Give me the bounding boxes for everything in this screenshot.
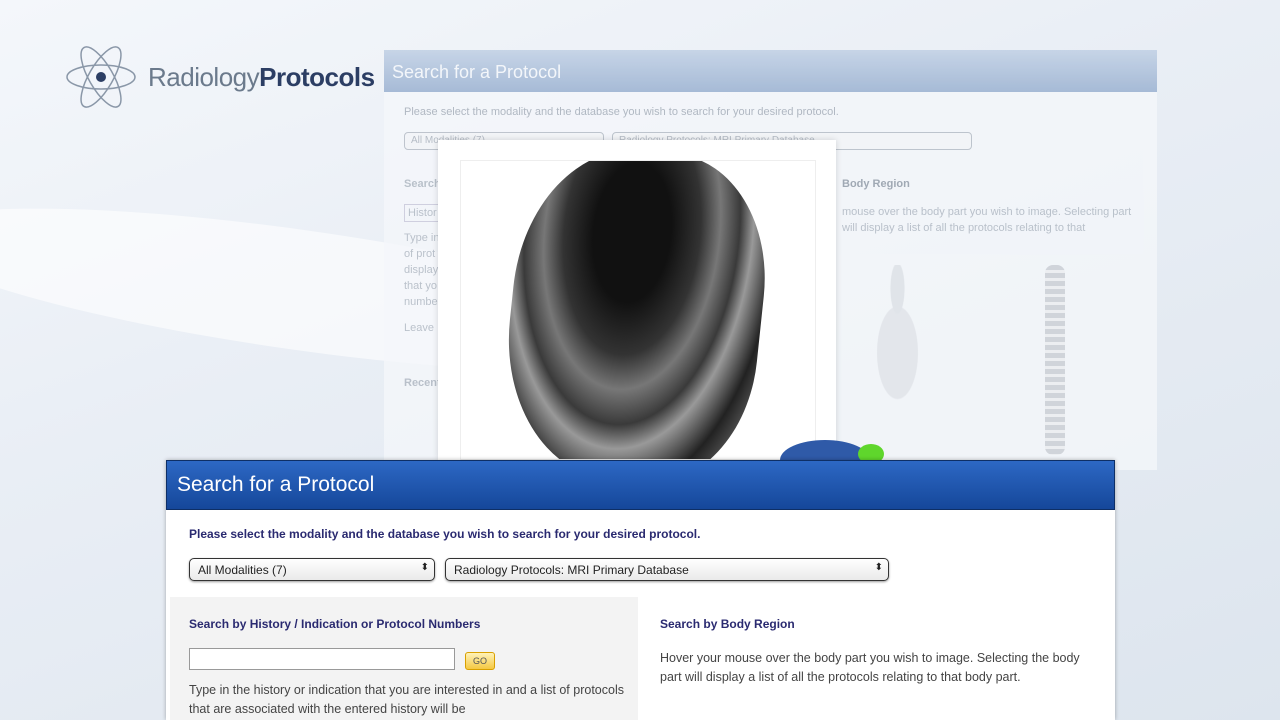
select-arrows-icon: ⬍ xyxy=(420,562,429,573)
background-page-title: Search for a Protocol xyxy=(384,50,1157,92)
search-protocol-panel: Search for a Protocol Please select the … xyxy=(166,460,1115,720)
background-leave: Leave xyxy=(404,322,434,334)
history-search-input[interactable] xyxy=(189,648,455,670)
go-button[interactable]: GO xyxy=(465,652,495,670)
body-region-description: Hover your mouse over the body part you … xyxy=(660,651,1080,684)
background-body-region-desc: mouse over the body part you wish to ima… xyxy=(842,206,1132,234)
body-region-heading: Search by Body Region xyxy=(660,617,795,631)
select-arrows-icon: ⬍ xyxy=(874,562,883,573)
history-description: Type in the history or indication that y… xyxy=(189,683,624,716)
background-recent: Recent xyxy=(404,377,441,389)
background-body-region-label: Body Region xyxy=(842,178,910,190)
background-intro: Please select the modality and the datab… xyxy=(404,106,839,118)
human-body-figure xyxy=(850,265,945,460)
mri-heart-image xyxy=(460,160,816,460)
history-heading: Search by History / Indication or Protoc… xyxy=(189,617,481,631)
atom-icon xyxy=(66,46,136,108)
modality-select[interactable]: All Modalities (7) ⬍ xyxy=(189,558,435,581)
panel-intro: Please select the modality and the datab… xyxy=(189,527,701,541)
body-region-section: Search by Body Region Hover your mouse o… xyxy=(640,597,1112,720)
logo: RadiologyProtocols xyxy=(64,44,375,110)
logo-text: RadiologyProtocols xyxy=(148,61,375,92)
background-search-label: Search xyxy=(404,178,441,190)
mri-image-popup xyxy=(438,140,836,460)
history-search-section: Search by History / Indication or Protoc… xyxy=(170,597,638,720)
panel-title: Search for a Protocol xyxy=(166,460,1115,510)
database-select[interactable]: Radiology Protocols: MRI Primary Databas… xyxy=(445,558,889,581)
spine-figure xyxy=(1045,265,1065,455)
